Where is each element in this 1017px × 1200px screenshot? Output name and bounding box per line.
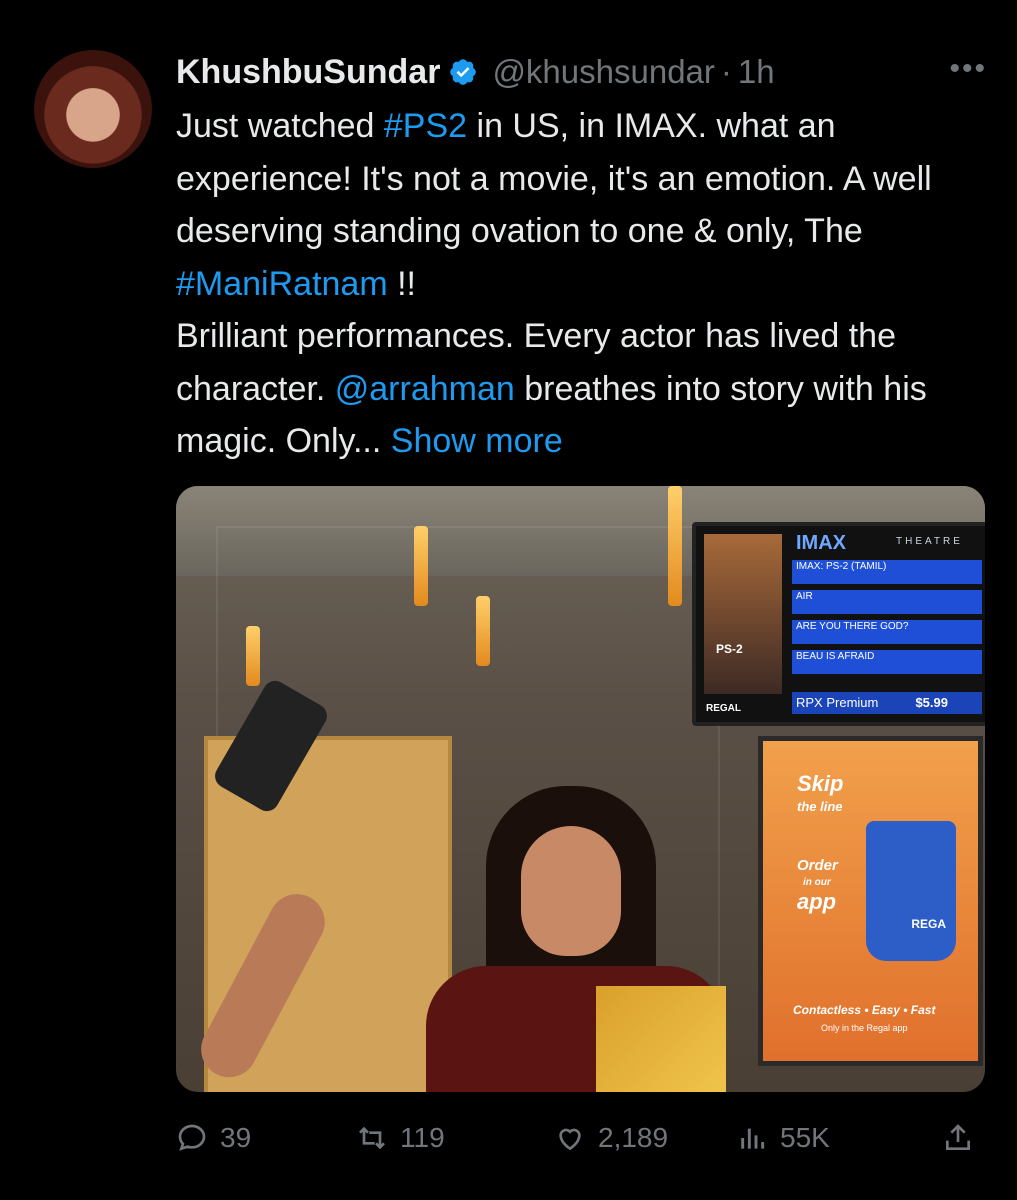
like-icon (559, 1128, 581, 1151)
more-icon[interactable]: ••• (949, 52, 987, 86)
ad-footer: Only in the Regal app (821, 1023, 908, 1033)
premium-label: RPX Premium (792, 692, 982, 714)
ad-line: Order (797, 857, 838, 874)
views-count: 55K (780, 1122, 830, 1153)
poster-label: PS-2 (716, 642, 743, 656)
share-button[interactable] (942, 1122, 986, 1154)
reply-button[interactable]: 39 (176, 1122, 251, 1154)
ad-line: the line (797, 799, 843, 814)
avatar[interactable] (34, 50, 152, 168)
tweet-actions: 39 119 2,189 55K (176, 1118, 986, 1158)
price-label: $5.99 (915, 695, 948, 710)
tweet-text: Just watched #PS2 in US, in IMAX. what a… (176, 100, 986, 468)
movie-poster: PS-2 (704, 534, 782, 694)
showtime-row: ARE YOU THERE GOD? (792, 620, 982, 644)
imax-display: PS-2 IMAX THEATRE IMAX: PS-2 (TAMIL) AIR… (692, 522, 985, 726)
timestamp[interactable]: 1h (738, 53, 775, 91)
reply-count: 39 (220, 1122, 252, 1153)
ad-footer: Contactless • Easy • Fast (793, 1003, 936, 1017)
face (521, 826, 621, 956)
share-icon (946, 1124, 970, 1150)
showtime-row: BEAU IS AFRAID (792, 650, 982, 674)
regal-ad: Skip the line Order in our app REGA Cont… (758, 736, 983, 1066)
saree (596, 986, 726, 1092)
pendant-lamp (246, 626, 260, 686)
retweet-count: 119 (400, 1122, 445, 1153)
mention-arrahman[interactable]: @arrahman (335, 370, 515, 408)
pendant-lamp (668, 486, 682, 606)
hashtag-ps2[interactable]: #PS2 (384, 107, 467, 145)
display-name[interactable]: KhushbuSundar (176, 53, 440, 92)
handle[interactable]: @khushsundar (492, 53, 714, 91)
like-count: 2,189 (598, 1122, 669, 1153)
views-icon (741, 1128, 765, 1149)
hashtag-maniratnam[interactable]: #ManiRatnam (176, 265, 388, 303)
views-button[interactable]: 55K (736, 1122, 830, 1154)
regal-label: REGAL (706, 703, 741, 714)
cup-label: REGA (911, 917, 946, 931)
separator: · (720, 53, 732, 90)
reply-icon (178, 1124, 206, 1151)
pendant-lamp (414, 526, 428, 606)
tweet-header: KhushbuSundar @khushsundar · 1h ••• (176, 50, 987, 94)
tweet-photo[interactable]: PS-2 IMAX THEATRE IMAX: PS-2 (TAMIL) AIR… (176, 486, 985, 1092)
text-part: Just watched (176, 107, 384, 145)
verified-badge-icon (450, 59, 477, 85)
ad-line: app (797, 889, 837, 914)
showtime-row: IMAX: PS-2 (TAMIL) (792, 560, 982, 584)
show-more-link[interactable]: Show more (391, 422, 563, 460)
retweet-icon (359, 1126, 385, 1150)
text-part: !! (387, 264, 416, 303)
person-taking-selfie (426, 786, 726, 1092)
imax-brand: IMAX (796, 532, 846, 554)
ad-line: Skip (797, 771, 844, 796)
ad-line: in our (803, 877, 831, 888)
retweet-button[interactable]: 119 (356, 1122, 445, 1154)
theatre-label: THEATRE (896, 536, 963, 547)
pendant-lamp (476, 596, 490, 666)
showtime-row: AIR (792, 590, 982, 614)
like-button[interactable]: 2,189 (554, 1122, 668, 1154)
popcorn-cup (866, 821, 956, 961)
